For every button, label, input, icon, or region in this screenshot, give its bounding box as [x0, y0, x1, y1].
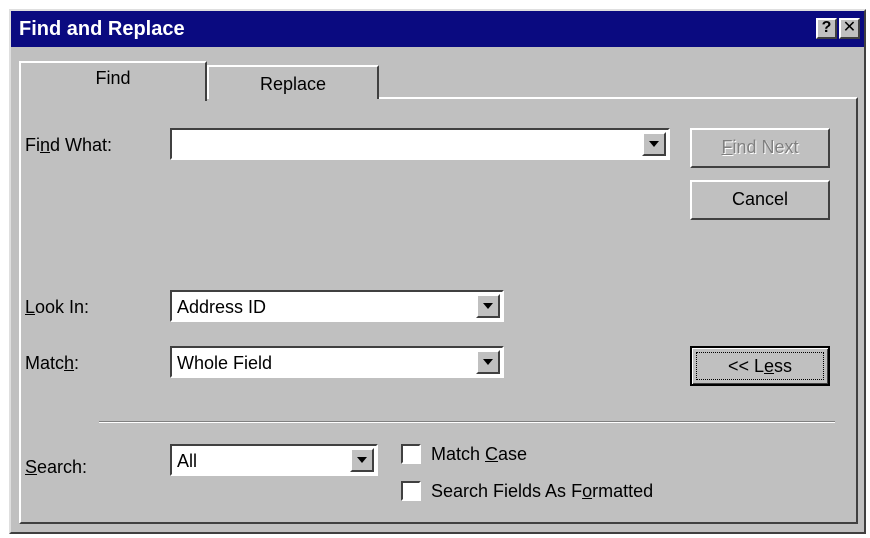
tab-find[interactable]: Find [19, 61, 207, 101]
title-bar[interactable]: Find and Replace ? ✕ [11, 11, 864, 47]
dialog-title: Find and Replace [19, 18, 185, 40]
match-case-label[interactable]: Match Case [431, 444, 527, 464]
search-combobox[interactable]: All [170, 444, 378, 476]
match-value: Whole Field [177, 353, 273, 373]
help-button[interactable]: ? [816, 18, 837, 39]
tab-replace-label: Replace [259, 74, 327, 94]
look-in-value: Address ID [177, 297, 267, 317]
search-fields-formatted-checkbox[interactable] [401, 481, 421, 501]
find-next-button[interactable]: Find Next [690, 128, 830, 168]
divider [99, 421, 835, 423]
find-what-combobox[interactable] [170, 128, 670, 160]
search-value: All [177, 451, 198, 471]
search-label: Search: [25, 457, 88, 477]
less-button-label: << Less [696, 352, 824, 380]
help-icon: ? [821, 19, 832, 36]
search-dropdown-arrow-icon[interactable] [350, 448, 374, 472]
cancel-button[interactable]: Cancel [690, 180, 830, 220]
find-what-dropdown-arrow-icon[interactable] [642, 132, 666, 156]
match-combobox[interactable]: Whole Field [170, 346, 504, 378]
match-case-checkbox[interactable] [401, 444, 421, 464]
search-fields-formatted-label[interactable]: Search Fields As Formatted [431, 481, 653, 501]
look-in-label: Look In: [25, 297, 90, 317]
tab-replace[interactable]: Replace [207, 65, 379, 99]
match-label: Match: [25, 353, 80, 373]
less-button[interactable]: << Less [690, 346, 830, 386]
look-in-dropdown-arrow-icon[interactable] [476, 294, 500, 318]
match-dropdown-arrow-icon[interactable] [476, 350, 500, 374]
close-icon: ✕ [842, 19, 857, 36]
look-in-combobox[interactable]: Address ID [170, 290, 504, 322]
tab-find-label: Find [95, 68, 131, 88]
find-what-label: Find What: [25, 135, 113, 155]
find-replace-dialog: Find and Replace ? ✕ Find Replace Find W… [9, 9, 866, 534]
close-button[interactable]: ✕ [839, 18, 860, 39]
